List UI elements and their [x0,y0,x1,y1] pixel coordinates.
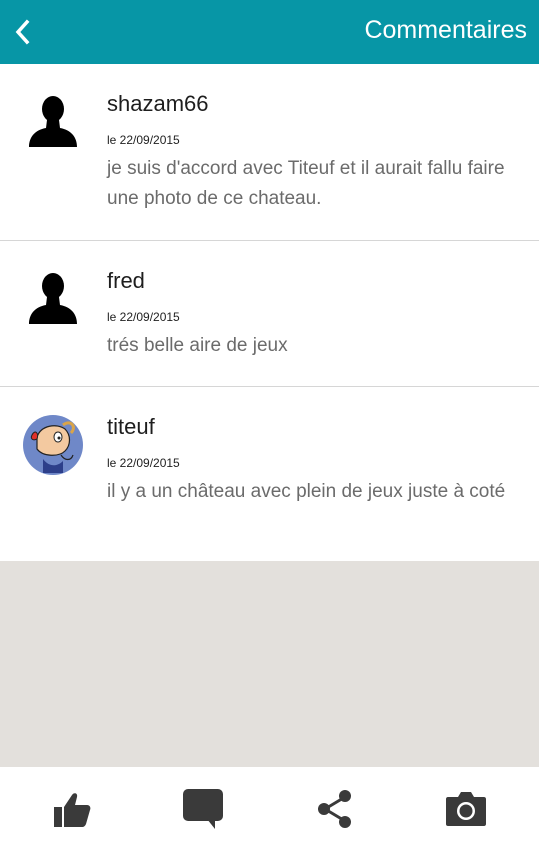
comment-username: fred [107,268,145,293]
user-silhouette-icon [29,273,77,324]
bottom-action-bar [0,767,539,847]
comment-username: titeuf [107,414,155,439]
comment-list: shazam66 le 22/09/2015 je suis d'accord … [0,64,539,561]
cartoon-avatar-icon [23,415,83,475]
comment-date: le 22/09/2015 [107,310,180,324]
comment-text: je suis d'accord avec Titeuf et il aurai… [107,158,505,209]
comment-item: titeuf le 22/09/2015 il y a un château a… [0,387,539,561]
comment-button[interactable] [181,787,225,831]
thumbs-up-icon [54,793,91,827]
back-button[interactable] [6,14,40,50]
comment-username: shazam66 [107,91,209,116]
comment-item: shazam66 le 22/09/2015 je suis d'accord … [0,64,539,241]
like-button[interactable] [50,787,94,831]
comment-date: le 22/09/2015 [107,133,180,147]
camera-icon [446,792,486,826]
comment-date: le 22/09/2015 [107,456,180,470]
comment-item: fred le 22/09/2015 trés belle aire de je… [0,241,539,387]
user-silhouette-icon [29,96,77,147]
avatar [23,92,83,152]
comment-text: trés belle aire de jeux [107,335,288,356]
avatar [23,269,83,329]
share-button[interactable] [313,787,357,831]
page-title: Commentaires [364,16,527,44]
comment-text: il y a un château avec plein de jeux jus… [107,481,506,502]
comment-icon [183,789,223,829]
share-icon [318,790,351,828]
avatar [23,415,83,475]
app-header: Commentaires [0,0,539,64]
chevron-left-icon [15,19,30,45]
camera-button[interactable] [444,787,488,831]
